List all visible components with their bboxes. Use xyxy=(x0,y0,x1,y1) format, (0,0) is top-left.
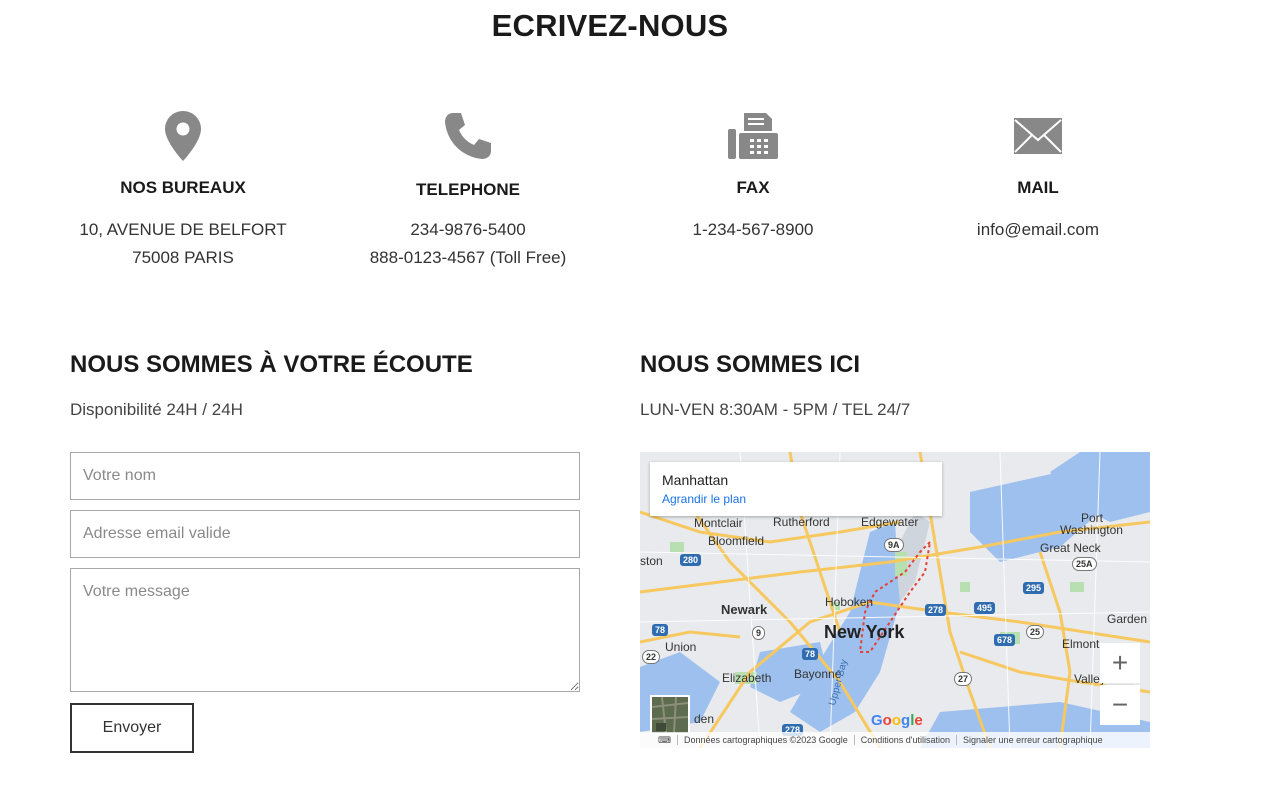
map-label-great-neck: Great Neck xyxy=(1040,541,1101,555)
map-label-bloomfield: Bloomfield xyxy=(708,534,765,548)
map-place-card: Manhattan Agrandir le plan xyxy=(650,462,942,516)
map-label-ston: ston xyxy=(640,554,663,568)
highway-shield: 295 xyxy=(1023,582,1045,594)
phone-line: 234-9876-5400 xyxy=(410,220,526,239)
highway-shield: 278 xyxy=(925,604,947,616)
highway-shield: 22 xyxy=(642,650,661,664)
contact-title: MAIL xyxy=(1017,178,1059,197)
contact-mail: MAIL info@email.com xyxy=(893,108,1183,244)
fax-line: 1-234-567-8900 xyxy=(692,220,814,239)
satellite-view-toggle[interactable] xyxy=(650,695,690,735)
map-attribution-bar: ⌨ Données cartographiques ©2023 Google C… xyxy=(640,732,1150,748)
highway-shield: 280 xyxy=(680,554,702,566)
highway-shield: 78 xyxy=(652,624,669,636)
contact-title: TELEPHONE xyxy=(416,180,520,199)
phone-line: 888-0123-4567 (Toll Free) xyxy=(369,248,567,267)
map-label-elizabeth: Elizabeth xyxy=(722,671,772,685)
embedded-map[interactable]: New York Newark Hoboken Rutherford Edgew… xyxy=(640,452,1150,748)
highway-shield: 678 xyxy=(994,634,1016,646)
name-input[interactable] xyxy=(70,452,580,500)
fax-icon xyxy=(608,108,898,164)
keyboard-shortcuts-icon[interactable]: ⌨ xyxy=(640,735,677,746)
highway-shield: 9A xyxy=(884,538,904,552)
highway-shield: 25A xyxy=(1072,557,1097,571)
highway-shield: 495 xyxy=(974,602,996,614)
contact-phone: TELEPHONE 234-9876-5400 888-0123-4567 (T… xyxy=(323,108,613,272)
map-label-elmont: Elmont xyxy=(1062,637,1100,651)
phone-icon xyxy=(323,108,613,164)
map-subtext: LUN-VEN 8:30AM - 5PM / TEL 24/7 xyxy=(640,400,911,419)
form-heading: NOUS SOMMES À VOTRE ÉCOUTE xyxy=(70,351,473,378)
map-label-edgewater: Edgewater xyxy=(861,515,919,529)
contact-title: FAX xyxy=(736,178,770,197)
send-button[interactable]: Envoyer xyxy=(70,703,194,753)
map-label-rutherford: Rutherford xyxy=(773,515,830,529)
map-data-credit: Données cartographiques ©2023 Google xyxy=(684,735,848,745)
place-name: Manhattan xyxy=(662,472,729,488)
form-subtext: Disponibilité 24H / 24H xyxy=(70,400,243,419)
map-label-newark: Newark xyxy=(721,602,768,617)
contact-title: NOS BUREAUX xyxy=(120,178,246,197)
highway-shield: 27 xyxy=(954,672,973,686)
message-textarea[interactable] xyxy=(70,568,580,692)
map-heading: NOUS SOMMES ICI xyxy=(640,351,861,378)
zoom-out-button[interactable]: − xyxy=(1100,685,1140,725)
mail-line: info@email.com xyxy=(976,220,1100,239)
zoom-in-button[interactable]: + xyxy=(1100,643,1140,683)
enlarge-map-link[interactable]: Agrandir le plan xyxy=(662,492,746,506)
google-logo: Google xyxy=(871,712,923,729)
contact-offices: NOS BUREAUX 10, AVENUE DE BELFORT 75008 … xyxy=(38,108,328,272)
terms-link[interactable]: Conditions d'utilisation xyxy=(855,735,956,745)
highway-shield: 25 xyxy=(1026,625,1045,639)
report-error-link[interactable]: Signaler une erreur cartographique xyxy=(957,735,1109,745)
page-title: ECRIVEZ-NOUS xyxy=(491,8,729,43)
map-label-new-york: New York xyxy=(824,622,905,642)
highway-shield: 78 xyxy=(802,648,819,660)
location-pin-icon xyxy=(38,108,328,164)
mail-icon xyxy=(893,108,1183,164)
email-input[interactable] xyxy=(70,510,580,558)
map-label-washington: Washington xyxy=(1060,523,1123,537)
map-label-hoboken: Hoboken xyxy=(825,595,874,609)
map-label-linden: den xyxy=(694,712,715,726)
address-line: 10, AVENUE DE BELFORT xyxy=(79,220,287,239)
map-label-union: Union xyxy=(665,640,697,654)
highway-shield: 9 xyxy=(752,626,766,640)
map-label-garden-city: Garden C xyxy=(1107,612,1150,626)
map-label-montclair: Montclair xyxy=(694,516,743,530)
contact-fax: FAX 1-234-567-8900 xyxy=(608,108,898,244)
address-line: 75008 PARIS xyxy=(132,248,234,267)
